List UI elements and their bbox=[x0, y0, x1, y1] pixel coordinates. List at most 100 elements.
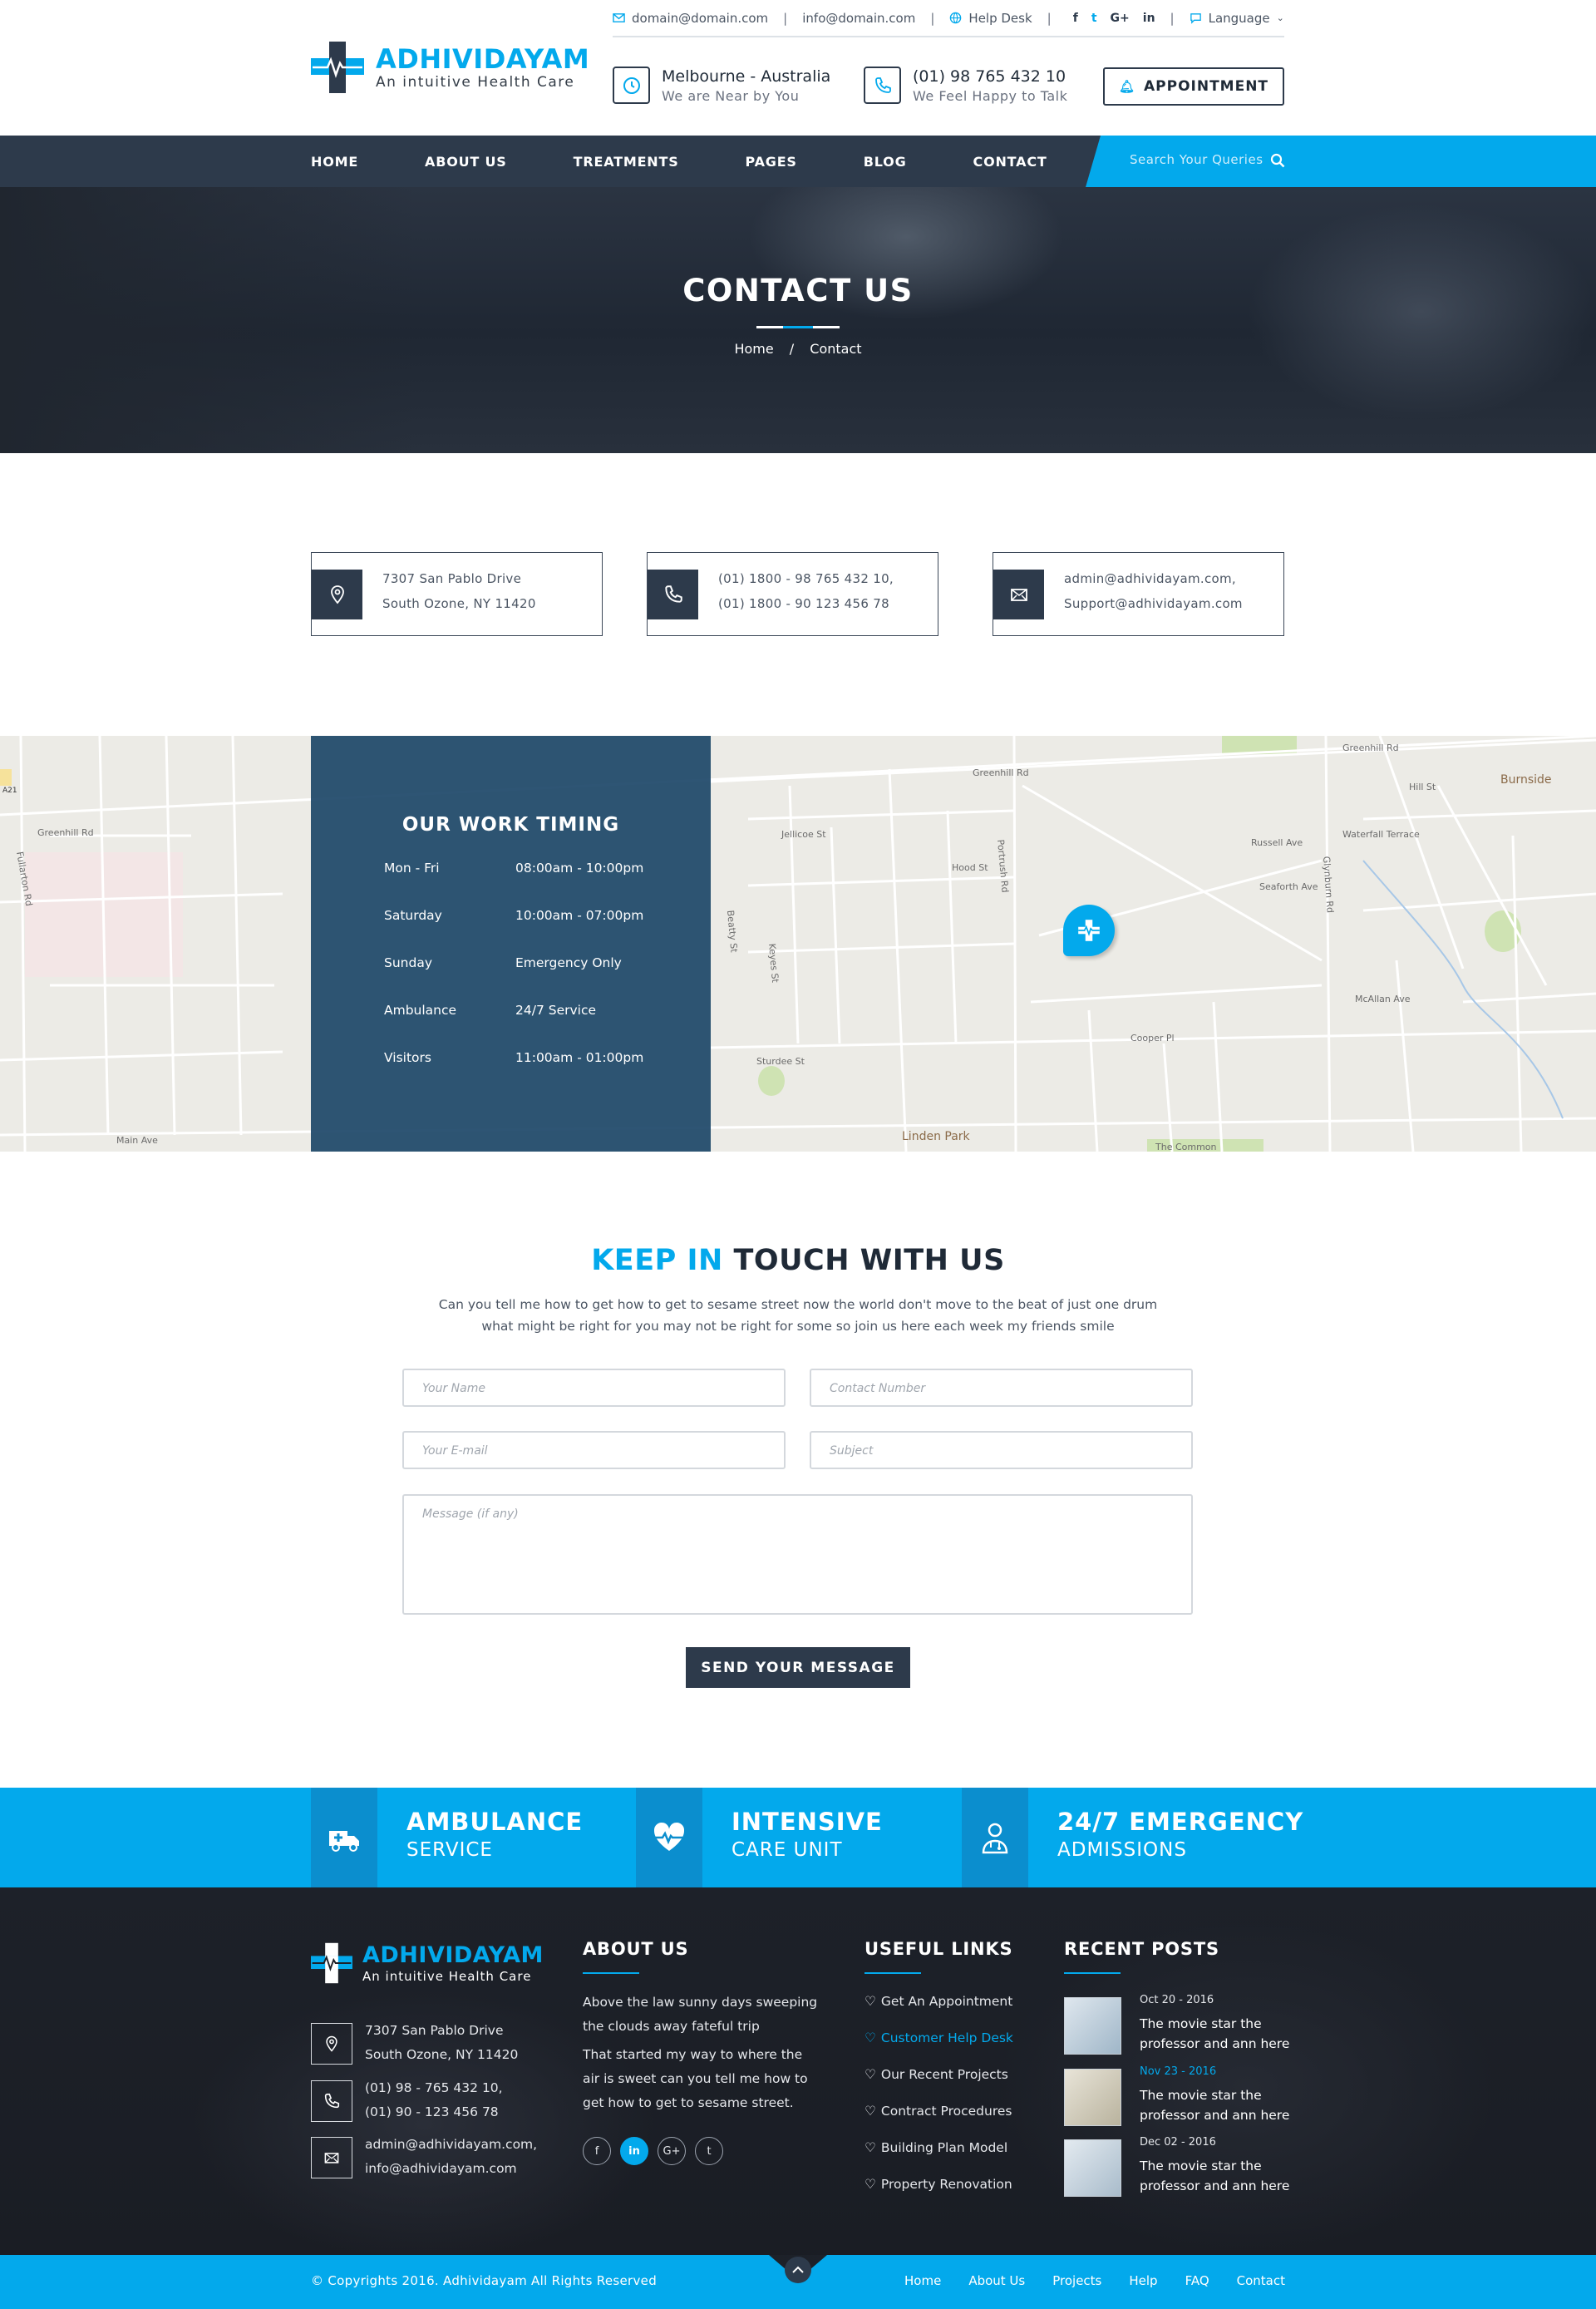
phone-box: (01) 1800 - 98 765 432 10, (01) 1800 - 9… bbox=[647, 552, 938, 636]
location-pin-icon bbox=[311, 2023, 352, 2065]
nav-treatments[interactable]: TREATMENTS bbox=[574, 154, 679, 170]
phone-icon bbox=[864, 67, 901, 104]
footer-link-building[interactable]: ♡ Building Plan Model bbox=[864, 2140, 1007, 2155]
map-marker-icon[interactable] bbox=[1063, 905, 1115, 956]
post-thumbnail bbox=[1064, 2069, 1121, 2126]
map-label: Keyes St bbox=[766, 943, 781, 984]
twitter-icon[interactable]: t bbox=[1091, 12, 1097, 25]
send-message-button[interactable]: SEND YOUR MESSAGE bbox=[686, 1647, 910, 1688]
nav-blog[interactable]: BLOG bbox=[864, 154, 907, 170]
message-field[interactable]: Message (if any) bbox=[402, 1494, 1193, 1615]
contact-form-title: KEEP IN TOUCH WITH US bbox=[591, 1244, 1005, 1277]
header-location: Melbourne - Australia We are Near by You bbox=[613, 67, 830, 104]
twitter-icon[interactable]: t bbox=[695, 2137, 723, 2165]
timing-row: Sunday Emergency Only bbox=[384, 955, 622, 970]
location-subtitle: We are Near by You bbox=[662, 87, 800, 104]
bell-icon: 🔔︎ bbox=[1118, 79, 1135, 94]
linkedin-icon[interactable]: in bbox=[1143, 12, 1155, 25]
globe-icon bbox=[950, 12, 962, 24]
title-underline bbox=[756, 326, 840, 328]
nav-home[interactable]: HOME bbox=[311, 154, 358, 170]
heart-pulse-icon bbox=[636, 1788, 702, 1887]
footer-link-renovation[interactable]: ♡ Property Renovation bbox=[864, 2177, 1012, 2192]
name-field[interactable]: Your Name bbox=[402, 1369, 786, 1407]
map-label: Portrush Rd bbox=[995, 839, 1011, 893]
bottom-link-projects[interactable]: Projects bbox=[1052, 2273, 1101, 2288]
search-icon[interactable] bbox=[1270, 153, 1285, 168]
timing-row: Mon - Fri 08:00am - 10:00pm bbox=[384, 861, 644, 876]
facebook-icon[interactable]: f bbox=[1073, 12, 1078, 25]
search-bar[interactable]: Search Your Queries bbox=[1086, 136, 1596, 187]
address-box: 7307 San Pablo Drive South Ozone, NY 114… bbox=[311, 552, 603, 636]
map-label: Greenhill Rd bbox=[37, 827, 94, 838]
bottom-link-home[interactable]: Home bbox=[904, 2273, 941, 2288]
heart-icon: ♡ bbox=[864, 2067, 876, 2082]
footer-link-appointment[interactable]: ♡ Get An Appointment bbox=[864, 1994, 1012, 2009]
nav-about-us[interactable]: ABOUT US bbox=[425, 154, 507, 170]
google-plus-icon[interactable]: G+ bbox=[1111, 12, 1130, 25]
bottom-link-contact[interactable]: Contact bbox=[1237, 2273, 1285, 2288]
heart-icon: ♡ bbox=[864, 2030, 876, 2045]
envelope-icon bbox=[613, 13, 625, 22]
heart-icon: ♡ bbox=[864, 1994, 876, 2009]
brand-name: ADHIVIDAYAM bbox=[376, 43, 590, 75]
work-timing-panel: OUR WORK TIMING Mon - Fri 08:00am - 10:00… bbox=[311, 736, 711, 1152]
footer-posts-heading: RECENT POSTS bbox=[1064, 1939, 1219, 1974]
search-input[interactable]: Search Your Queries bbox=[1130, 152, 1264, 167]
footer-logo[interactable]: ADHIVIDAYAM An intuitive Health Care bbox=[311, 1941, 544, 1985]
map-label: Jellicoe St bbox=[781, 829, 826, 840]
chevron-up-icon[interactable] bbox=[785, 2257, 811, 2283]
location-map[interactable]: Greenhill Rd Greenhill Rd Greenhill Rd B… bbox=[0, 736, 1596, 1152]
map-label: A21 bbox=[2, 787, 17, 795]
top-bar: domain@domain.com | info@domain.com | He… bbox=[613, 0, 1284, 37]
bottom-link-help[interactable]: Help bbox=[1129, 2273, 1157, 2288]
map-label: The Common bbox=[1155, 1142, 1217, 1152]
contact-number-field[interactable]: Contact Number bbox=[810, 1369, 1193, 1407]
map-label: Hood St bbox=[952, 862, 988, 873]
heart-icon: ♡ bbox=[864, 2140, 876, 2155]
subject-field[interactable]: Subject bbox=[810, 1431, 1193, 1469]
timing-row: Saturday 10:00am - 07:00pm bbox=[384, 908, 644, 923]
doctor-icon bbox=[962, 1788, 1028, 1887]
map-label: Russell Ave bbox=[1251, 837, 1303, 848]
page-title: CONTACT US bbox=[682, 273, 914, 308]
map-label: Beatty St bbox=[725, 910, 739, 954]
facebook-icon[interactable]: f bbox=[583, 2137, 611, 2165]
page-hero: CONTACT US Home / Contact bbox=[0, 187, 1596, 453]
map-label: Glynburn Rd bbox=[1321, 856, 1336, 913]
chat-bubble-icon bbox=[1190, 13, 1201, 24]
heart-icon: ♡ bbox=[864, 2177, 876, 2192]
map-label: Waterfall Terrace bbox=[1342, 829, 1420, 840]
timing-row: Ambulance 24/7 Service bbox=[384, 1003, 597, 1018]
top-helpdesk[interactable]: Help Desk bbox=[949, 11, 1032, 26]
heart-icon: ♡ bbox=[864, 2104, 876, 2119]
services-band: AMBULANCE SERVICE INTENSIVE CARE UNIT 24… bbox=[0, 1788, 1596, 1887]
top-email-1[interactable]: domain@domain.com bbox=[613, 11, 768, 26]
medical-cross-logo-icon bbox=[311, 1942, 352, 1984]
footer-link-helpdesk[interactable]: ♡ Customer Help Desk bbox=[864, 2030, 1013, 2045]
footer-link-projects[interactable]: ♡ Our Recent Projects bbox=[864, 2067, 1008, 2082]
linkedin-icon[interactable]: in bbox=[620, 2137, 648, 2165]
mail-icon bbox=[993, 570, 1044, 619]
footer-address: 7307 San Pablo Drive South Ozone, NY 1142… bbox=[365, 2023, 519, 2062]
nav-pages[interactable]: PAGES bbox=[746, 154, 797, 170]
main-nav: HOME ABOUT US TREATMENTS PAGES BLOG CONT… bbox=[0, 136, 1596, 187]
email-box: admin@adhividayam.com, Support@adhividay… bbox=[993, 552, 1284, 636]
brand-logo[interactable]: ADHIVIDAYAM An intuitive Health Care bbox=[311, 40, 589, 95]
appointment-button[interactable]: 🔔︎ APPOINTMENT bbox=[1103, 67, 1284, 106]
google-plus-icon[interactable]: G+ bbox=[658, 2137, 686, 2165]
mail-icon bbox=[311, 2137, 352, 2178]
medical-cross-logo-icon bbox=[311, 42, 364, 93]
nav-contact[interactable]: CONTACT bbox=[973, 154, 1047, 170]
email-field[interactable]: Your E-mail bbox=[402, 1431, 786, 1469]
phone-subtitle: We Feel Happy to Talk bbox=[913, 87, 1068, 104]
breadcrumb-home[interactable]: Home bbox=[734, 341, 773, 357]
footer-link-procedures[interactable]: ♡ Contract Procedures bbox=[864, 2104, 1012, 2119]
map-label: Linden Park bbox=[902, 1130, 971, 1143]
bottom-link-about[interactable]: About Us bbox=[968, 2273, 1025, 2288]
phone-title: (01) 98 765 432 10 bbox=[913, 67, 1066, 86]
language-selector[interactable]: Language ⌄ bbox=[1190, 11, 1284, 26]
bottom-link-faq[interactable]: FAQ bbox=[1185, 2273, 1209, 2288]
top-email-2[interactable]: info@domain.com bbox=[802, 11, 915, 26]
contact-form-description: Can you tell me how to get how to get to… bbox=[438, 1297, 1158, 1334]
